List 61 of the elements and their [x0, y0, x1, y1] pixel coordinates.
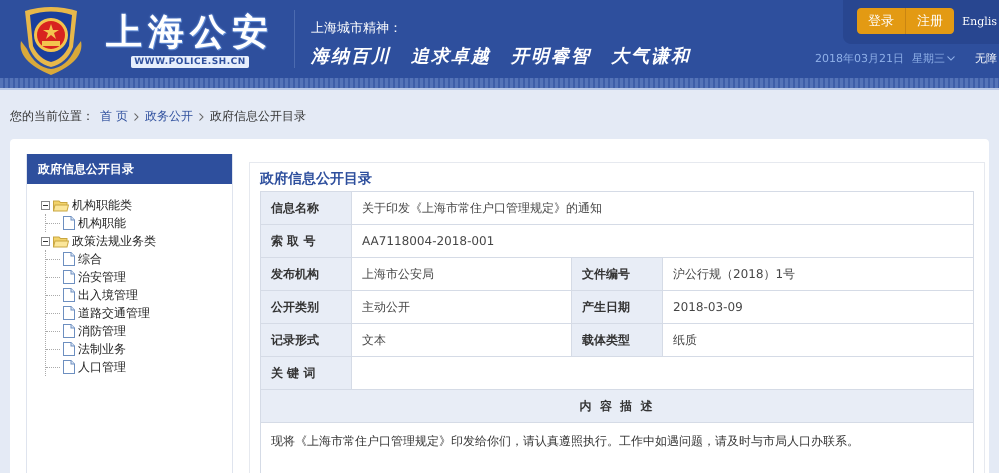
field-label: 记录形式	[261, 324, 352, 357]
collapse-toggle-icon[interactable]	[41, 200, 50, 210]
document-icon	[63, 306, 75, 320]
field-label: 索 取 号	[261, 225, 352, 258]
sidebar-title: 政府信息公开目录	[27, 154, 232, 184]
motto-phrase: 追求卓越	[411, 45, 491, 68]
breadcrumb-link[interactable]: 政务公开	[144, 108, 193, 125]
field-value: 上海市公安局	[352, 258, 572, 291]
field-value: 关于印发《上海市常住户口管理规定》的通知	[352, 192, 974, 225]
tree-item[interactable]: 消防管理	[78, 322, 126, 340]
field-label: 信息名称	[261, 192, 352, 225]
document-icon	[63, 324, 75, 338]
logo-url: WWW.POLICE.SH.CN	[131, 56, 249, 68]
field-value: 文本	[352, 324, 572, 357]
tree-item[interactable]: 出入境管理	[78, 286, 138, 304]
collapse-toggle-icon[interactable]	[41, 236, 50, 246]
motto-phrase: 海纳百川	[311, 45, 391, 68]
field-label: 产生日期	[572, 291, 663, 324]
document-icon	[63, 360, 75, 374]
field-label: 发布机构	[261, 258, 352, 291]
caret-icon	[947, 56, 955, 61]
document-icon	[63, 270, 75, 284]
date-text: 2018年03月21日	[815, 51, 904, 66]
document-icon	[63, 342, 75, 356]
breadcrumb-link[interactable]: 首 页	[100, 108, 128, 125]
folder-icon	[53, 198, 69, 212]
tree-item[interactable]: 综合	[78, 250, 102, 268]
tree-item[interactable]: 治安管理	[78, 268, 126, 286]
tree-folder-item[interactable]: 政策法规业务类	[72, 232, 156, 250]
breadcrumb-current: 政府信息公开目录	[210, 108, 306, 125]
description-text: 现将《上海市常住户口管理规定》印发给你们，请认真遵照执行。工作中如遇问题，请及时与市局人口办联系。	[261, 423, 974, 473]
accessibility-link[interactable]: 无障	[975, 51, 999, 66]
field-value: 沪公行规（2018）1号	[663, 258, 974, 291]
field-label: 公开类别	[261, 291, 352, 324]
tree-item[interactable]: 道路交通管理	[78, 304, 150, 322]
motto-phrase: 大气谦和	[611, 45, 691, 68]
section-header: 内 容 描 述	[261, 390, 974, 423]
tree-item[interactable]: 人口管理	[78, 358, 126, 376]
field-label: 文件编号	[572, 258, 663, 291]
chevron-icon	[134, 112, 139, 120]
tree-item[interactable]: 机构职能	[78, 214, 126, 232]
language-link[interactable]: Englis	[962, 14, 997, 28]
field-value: 纸质	[663, 324, 974, 357]
document-icon	[63, 288, 75, 302]
detail-title: 政府信息公开目录	[260, 171, 373, 189]
weekday-dropdown[interactable]: 星期三	[912, 51, 955, 66]
field-value: 主动公开	[352, 291, 572, 324]
tree-item[interactable]: 法制业务	[78, 340, 126, 358]
document-icon	[63, 216, 75, 230]
motto-phrase: 开明睿智	[511, 45, 591, 68]
logo-title: 上海公安	[106, 10, 274, 54]
tree-folder-item[interactable]: 机构职能类	[72, 196, 132, 214]
field-label: 载体类型	[572, 324, 663, 357]
motto-label: 上海城市精神：	[311, 20, 403, 38]
document-icon	[63, 252, 75, 266]
field-label: 关 键 词	[261, 357, 352, 390]
chevron-icon	[198, 112, 204, 120]
field-value: 2018-03-09	[663, 291, 974, 324]
breadcrumb-label: 您的当前位置：	[10, 108, 94, 125]
folder-icon	[53, 234, 69, 248]
field-value: AA7118004-2018-001	[352, 225, 974, 258]
